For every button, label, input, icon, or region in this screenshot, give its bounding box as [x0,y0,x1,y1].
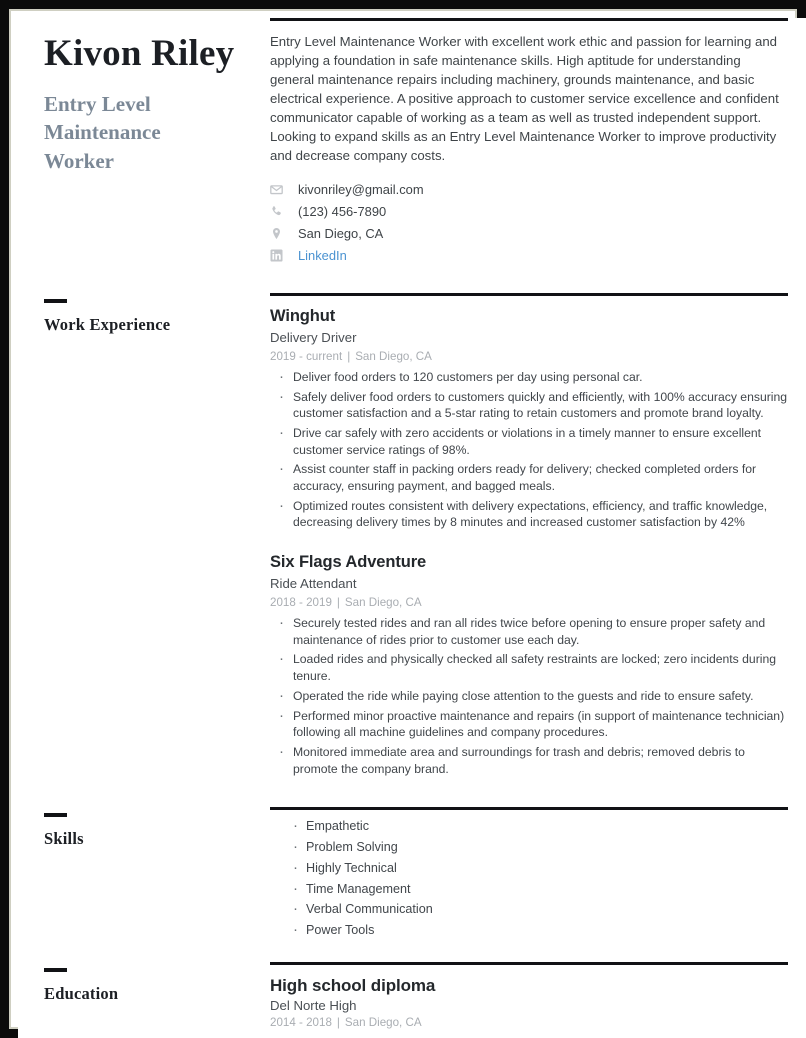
work-experience-heading-wrap: Work Experience [44,293,260,335]
contact-list: kivonriley@gmail.com (123) 456-7890 San … [270,182,788,263]
education-meta: 2014 - 2018 | San Diego, CA [270,1016,788,1029]
skills-label-column: Skills [18,807,270,849]
education-heading-wrap: Education [44,962,260,1004]
experience-bullets: Deliver food orders to 120 customers per… [270,367,788,531]
experience-bullet: Deliver food orders to 120 customers per… [270,367,788,386]
section-heading-education: Education [44,983,119,1003]
skill-item: Verbal Communication [270,899,788,919]
professional-title: Entry Level Maintenance Worker [44,91,161,173]
skills-list: Empathetic Problem Solving Highly Techni… [270,816,788,940]
experience-bullet: Loaded rides and physically checked all … [270,649,788,684]
work-experience-section: Work Experience Winghut Delivery Driver … [18,293,806,780]
experience-location: San Diego, CA [355,349,432,363]
skills-content-column: Empathetic Problem Solving Highly Techni… [270,807,806,942]
contact-linkedin-link[interactable]: LinkedIn [298,248,347,263]
summary-divider [270,18,788,21]
skill-item: Problem Solving [270,837,788,857]
experience-entry: Winghut Delivery Driver 2019 - current | S… [270,306,788,531]
contact-location-text: San Diego, CA [298,226,384,241]
resume-document: Kivon Riley Entry Level Maintenance Work… [18,18,806,1038]
section-dash-icon [44,813,67,818]
skills-section: Skills Empathetic Problem Solving Highly… [18,807,806,942]
location-pin-icon [270,227,283,240]
meta-separator: | [336,595,340,609]
page-title: Kivon Riley [44,33,235,74]
contact-item-linkedin[interactable]: LinkedIn [270,248,788,263]
experience-bullet: Drive car safely with zero accidents or … [270,423,788,458]
experience-bullet: Optimized routes consistent with deliver… [270,496,788,531]
contact-item-email: kivonriley@gmail.com [270,182,788,197]
experience-dates: 2019 - current [270,349,343,363]
experience-bullet: Performed minor proactive maintenance an… [270,706,788,741]
education-section: Education High school diploma Del Norte … [18,961,806,1029]
contact-item-location: San Diego, CA [270,226,788,241]
skill-item: Power Tools [270,920,788,940]
experience-bullet: Assist counter staff in packing orders r… [270,459,788,494]
experience-bullet: Operated the ride while paying close att… [270,686,788,705]
skill-item: Empathetic [270,816,788,836]
skill-item: Time Management [270,879,788,899]
experience-bullet: Securely tested rides and ran all rides … [270,613,788,648]
phone-icon [270,205,283,218]
experience-entry: Six Flags Adventure Ride Attendant 2018 … [270,552,788,777]
header-left-column: Kivon Riley Entry Level Maintenance Work… [18,18,270,175]
education-content-column: High school diploma Del Norte High 2014 … [270,961,806,1029]
resume-page-frame: Kivon Riley Entry Level Maintenance Work… [0,0,806,1038]
professional-summary: Entry Level Maintenance Worker with exce… [270,34,779,163]
experience-role: Ride Attendant [270,575,357,591]
experience-company: Winghut [270,307,336,325]
experience-dates: 2018 - 2019 [270,595,332,609]
skill-item: Highly Technical [270,858,788,878]
experience-meta: 2018 - 2019 | San Diego, CA [270,595,788,610]
experience-role: Delivery Driver [270,329,357,345]
meta-separator: | [347,349,351,363]
skills-divider [270,807,788,811]
experience-meta: 2019 - current | San Diego, CA [270,349,788,364]
contact-item-phone: (123) 456-7890 [270,204,788,219]
education-school: Del Norte High [270,998,357,1013]
work-experience-label-column: Work Experience [18,293,270,335]
section-heading-work-experience: Work Experience [44,315,171,334]
work-experience-content-column: Winghut Delivery Driver 2019 - current | S… [270,293,806,780]
skills-heading-wrap: Skills [44,807,260,849]
section-dash-icon [44,299,67,303]
work-experience-entries: Winghut Delivery Driver 2019 - current | S… [270,296,788,777]
contact-email-text: kivonriley@gmail.com [298,182,424,197]
education-dates: 2014 - 2018 [270,1016,332,1029]
education-location: San Diego, CA [344,1016,422,1029]
section-dash-icon [44,967,67,972]
header-right-column: Entry Level Maintenance Worker with exce… [270,18,806,270]
meta-separator: | [336,1016,340,1029]
education-degree: High school diploma [270,975,436,995]
education-entries: High school diploma Del Norte High 2014 … [270,965,788,1029]
linkedin-icon [270,249,283,262]
header-section: Kivon Riley Entry Level Maintenance Work… [18,18,806,270]
experience-company: Six Flags Adventure [270,553,427,572]
experience-bullet: Monitored immediate area and surrounding… [270,742,788,777]
experience-bullet: Safely deliver food orders to customers … [270,387,788,422]
experience-bullets: Securely tested rides and ran all rides … [270,613,788,777]
education-label-column: Education [18,962,270,1004]
experience-location: San Diego, CA [344,595,422,609]
resume-page: Kivon Riley Entry Level Maintenance Work… [18,18,806,1038]
section-heading-skills: Skills [44,829,84,849]
envelope-icon [270,183,283,196]
education-entry: High school diploma Del Norte High 2014 … [270,975,788,1029]
contact-phone-text: (123) 456-7890 [298,204,387,219]
